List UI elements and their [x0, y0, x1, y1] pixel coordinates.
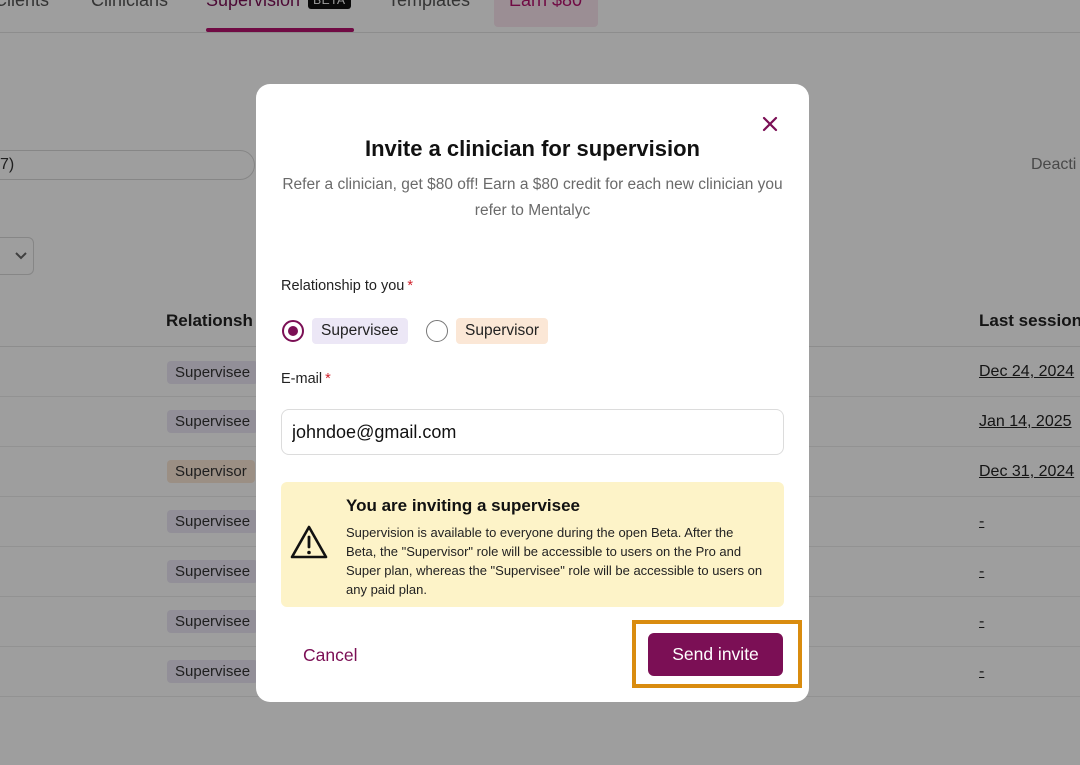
required-mark: * [325, 371, 331, 387]
supervisee-notice: You are inviting a supervisee Supervisio… [281, 482, 784, 607]
email-field[interactable] [281, 409, 784, 455]
relationship-label: Relationship to you * [281, 278, 413, 294]
supervisee-radio[interactable] [282, 320, 304, 342]
cancel-button[interactable]: Cancel [303, 645, 357, 666]
relationship-label-text: Relationship to you [281, 278, 405, 294]
required-mark: * [407, 278, 413, 294]
email-label-text: E-mail [281, 371, 323, 387]
invite-clinician-modal: Invite a clinician for supervision Refer… [256, 84, 809, 702]
supervisor-option-label[interactable]: Supervisor [456, 318, 549, 344]
supervisee-option-label[interactable]: Supervisee [312, 318, 408, 344]
modal-subtitle: Refer a clinician, get $80 off! Earn a $… [282, 176, 783, 219]
supervisor-radio[interactable] [426, 320, 448, 342]
warning-triangle-icon [289, 524, 329, 560]
notice-body: Supervision is available to everyone dur… [346, 525, 763, 597]
close-icon[interactable] [756, 110, 784, 138]
email-label: E-mail * [281, 371, 331, 387]
send-invite-button[interactable]: Send invite [648, 633, 783, 676]
notice-title: You are inviting a supervisee [346, 496, 580, 515]
modal-title: Invite a clinician for supervision [365, 136, 700, 161]
